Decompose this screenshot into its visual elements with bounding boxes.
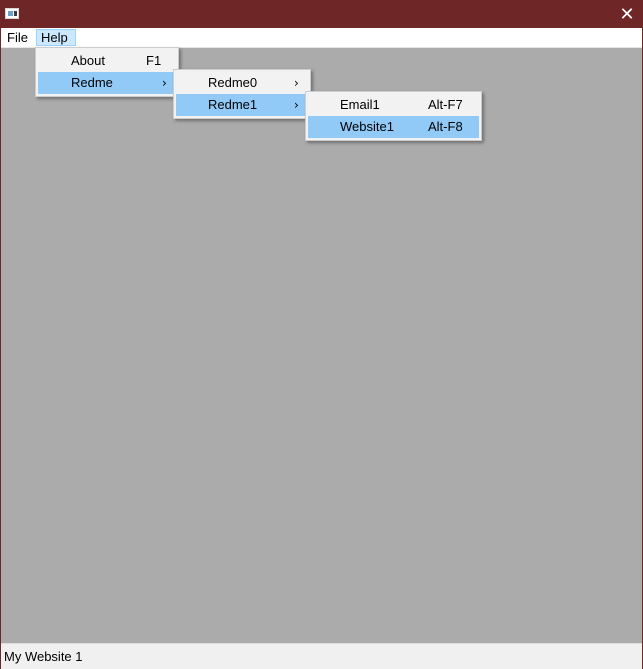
status-text: My Website 1 — [4, 649, 83, 664]
title-bar[interactable]: ✕ — [1, 1, 642, 28]
menu-item-label: Redme0 — [208, 75, 258, 90]
menu-help[interactable]: Help — [36, 29, 76, 46]
help-menu-popup: About F1 Redme › — [35, 47, 179, 97]
menu-bar: File Help — [1, 28, 642, 48]
app-window: ✕ File Help My Website 1 About F1 Redme … — [0, 0, 643, 669]
app-icon — [5, 8, 19, 19]
menu-item-label: About — [71, 53, 105, 68]
redme-submenu-popup: Redme0 › Redme1 › — [173, 69, 311, 119]
menu-item-label: Website1 — [340, 119, 394, 134]
menu-item-shortcut: F1 — [146, 53, 162, 68]
menu-item-label: Email1 — [340, 97, 380, 112]
menu-item-redme[interactable]: Redme › — [38, 72, 176, 94]
menu-item-website1[interactable]: Website1 Alt-F8 — [308, 116, 479, 138]
menu-item-about[interactable]: About F1 — [38, 50, 176, 72]
menu-item-label: Redme1 — [208, 97, 258, 112]
menu-item-redme0[interactable]: Redme0 › — [176, 72, 308, 94]
chevron-right-icon: › — [294, 76, 299, 90]
menu-item-shortcut: Alt-F7 — [428, 97, 463, 112]
menu-file[interactable]: File — [3, 29, 32, 46]
menu-item-redme1[interactable]: Redme1 › — [176, 94, 308, 116]
close-button[interactable]: ✕ — [612, 1, 642, 28]
chevron-right-icon: › — [162, 76, 167, 90]
menu-item-shortcut: Alt-F8 — [428, 119, 463, 134]
chevron-right-icon: › — [294, 98, 299, 112]
menu-item-label: Redme — [71, 75, 113, 90]
status-bar: My Website 1 — [1, 643, 642, 669]
redme1-submenu-popup: Email1 Alt-F7 Website1 Alt-F8 — [305, 91, 482, 141]
menu-item-email1[interactable]: Email1 Alt-F7 — [308, 94, 479, 116]
